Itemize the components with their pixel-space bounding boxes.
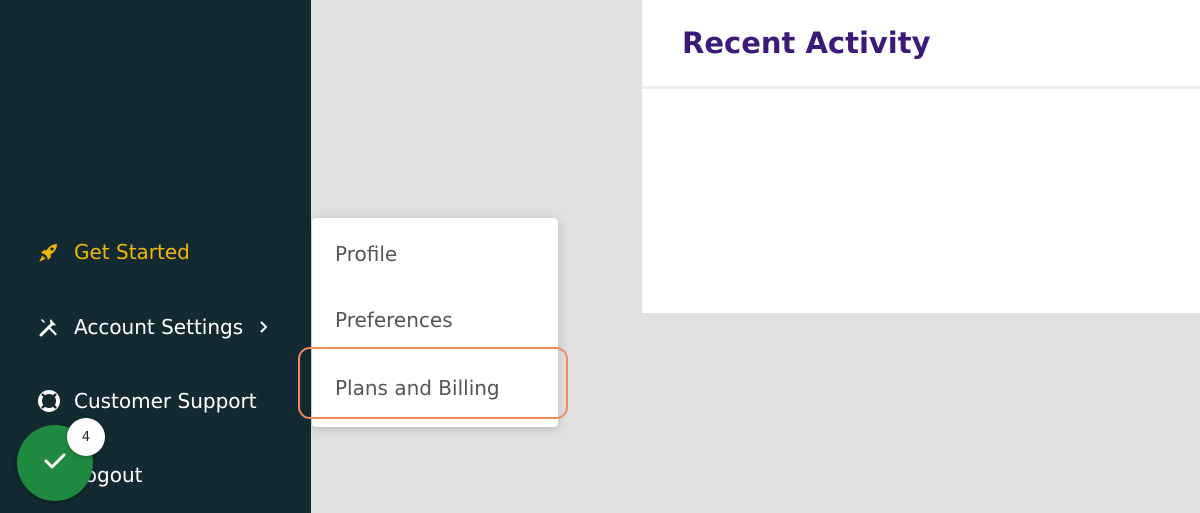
submenu-item-profile[interactable]: Profile: [335, 242, 397, 266]
tools-icon: [36, 314, 62, 340]
notification-badge: 4: [67, 418, 105, 456]
recent-activity-card: Recent Activity: [642, 0, 1200, 313]
account-settings-submenu: Profile Preferences Plans and Billing: [312, 218, 558, 427]
sidebar-item-customer-support[interactable]: Customer Support: [36, 383, 257, 419]
checkmark-icon: [40, 446, 70, 480]
sidebar-item-label: Get Started: [74, 240, 190, 264]
sidebar-item-label: Account Settings: [74, 315, 244, 339]
submenu-item-preferences[interactable]: Preferences: [335, 308, 453, 332]
card-title: Recent Activity: [682, 26, 931, 60]
chevron-right-icon: [259, 320, 269, 334]
lifebuoy-icon: [36, 388, 62, 414]
rocket-icon: [36, 239, 62, 265]
submenu-item-plans-and-billing[interactable]: Plans and Billing: [335, 376, 500, 400]
sidebar-item-get-started[interactable]: Get Started: [36, 234, 190, 270]
card-header: Recent Activity: [642, 0, 1200, 89]
sidebar-item-label: Customer Support: [74, 389, 257, 413]
sidebar-item-account-settings[interactable]: Account Settings: [36, 309, 269, 345]
